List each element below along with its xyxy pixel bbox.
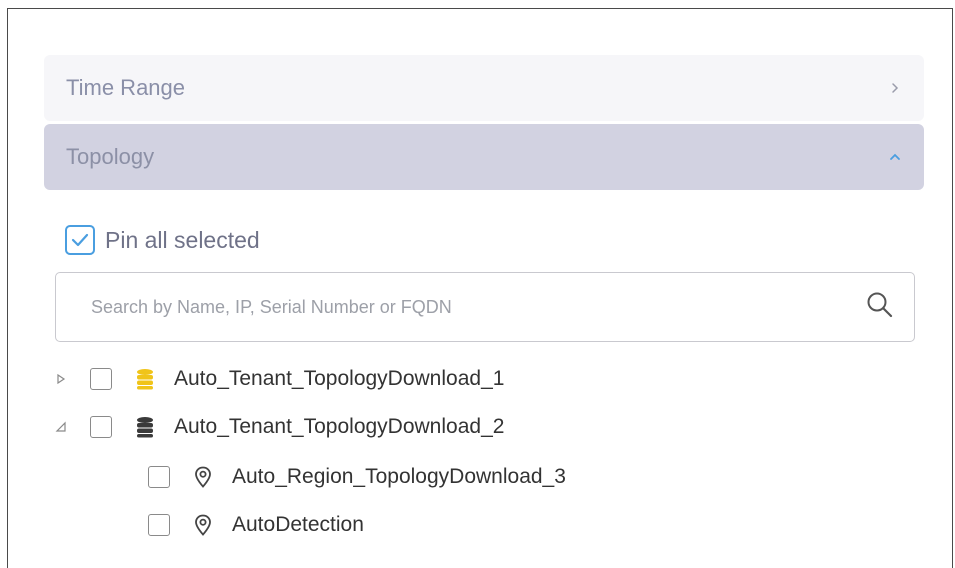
search-input[interactable] (89, 295, 866, 319)
collapse-arrow-icon[interactable] (54, 420, 68, 434)
accordion-time-range[interactable]: Time Range (44, 55, 924, 121)
search-icon[interactable] (866, 291, 894, 324)
tree-node-checkbox[interactable] (90, 416, 112, 438)
tree-node-checkbox[interactable] (148, 514, 170, 536)
pin-all-label: Pin all selected (105, 226, 260, 253)
tree-node-label: Auto_Tenant_TopologyDownload_2 (174, 415, 505, 438)
tree-node-checkbox[interactable] (148, 466, 170, 488)
tree-node-label: AutoDetection (232, 513, 364, 536)
location-pin-icon (192, 513, 214, 537)
location-pin-icon (192, 465, 214, 489)
expand-arrow-icon[interactable] (54, 372, 68, 386)
tree-node[interactable]: Auto_Tenant_TopologyDownload_1 (54, 359, 504, 399)
chevron-up-icon[interactable] (888, 150, 902, 164)
tree-node[interactable]: Auto_Region_TopologyDownload_3 (148, 457, 566, 497)
search-box (55, 272, 915, 342)
tree-node-label: Auto_Region_TopologyDownload_3 (232, 465, 566, 488)
pin-all-checkbox[interactable] (65, 225, 95, 255)
chevron-right-icon[interactable] (888, 81, 902, 95)
accordion-topology-label: Topology (66, 144, 155, 169)
pin-all-selected[interactable]: Pin all selected (65, 222, 260, 258)
tree-node[interactable]: Auto_Tenant_TopologyDownload_2 (54, 407, 504, 447)
checkmark-icon (71, 233, 89, 247)
tree-node[interactable]: AutoDetection (148, 505, 364, 545)
tree-node-label: Auto_Tenant_TopologyDownload_1 (174, 367, 505, 390)
database-icon (134, 415, 156, 439)
database-icon (134, 367, 156, 391)
accordion-time-range-label: Time Range (66, 75, 186, 100)
tree-node-checkbox[interactable] (90, 368, 112, 390)
accordion-topology[interactable]: Topology (44, 124, 924, 190)
